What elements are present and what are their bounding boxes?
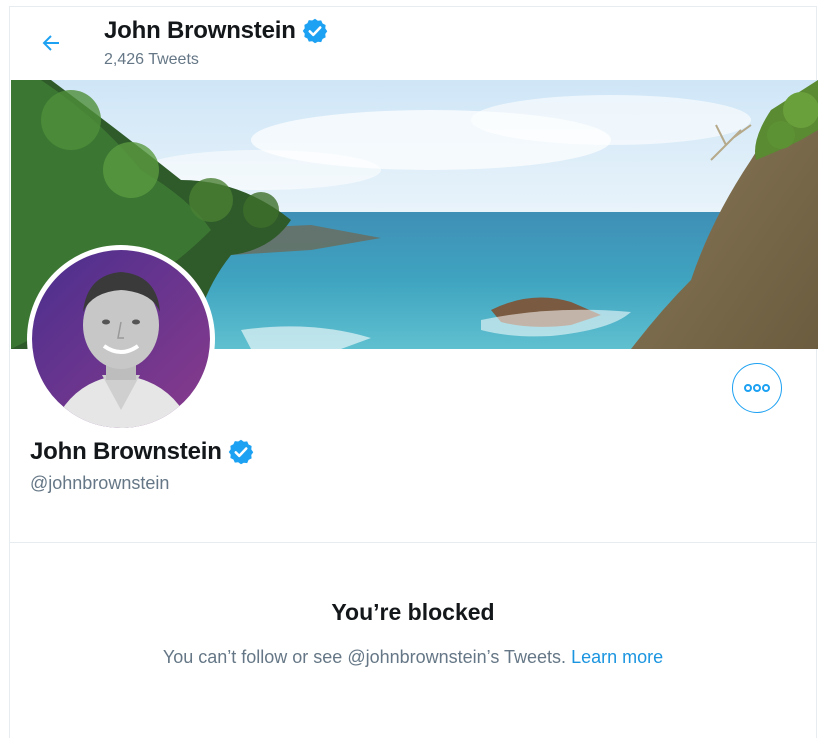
section-divider: [10, 542, 816, 543]
profile-name-row: John Brownstein: [30, 438, 255, 466]
profile-header: John Brownstein 2,426 Tweets: [10, 7, 816, 80]
learn-more-link[interactable]: Learn more: [571, 647, 663, 667]
more-options-button[interactable]: [732, 363, 782, 413]
header-name: John Brownstein: [104, 17, 296, 44]
arrow-left-icon: [42, 35, 59, 51]
header-tweet-count: 2,426 Tweets: [104, 51, 199, 68]
profile-name: John Brownstein: [30, 438, 222, 465]
verified-badge-icon: [228, 439, 253, 465]
verified-badge-icon: [302, 18, 327, 44]
blocked-title: You’re blocked: [331, 599, 495, 625]
back-button[interactable]: [28, 25, 74, 61]
avatar-photo: [32, 250, 210, 428]
profile-handle: @johnbrownstein: [30, 473, 170, 493]
blocked-message-text: You can’t follow or see @johnbrownstein’…: [162, 647, 567, 667]
profile-avatar[interactable]: [27, 245, 215, 433]
blocked-message: You can’t follow or see @johnbrownstein’…: [10, 647, 816, 668]
more-horizontal-icon: [744, 384, 770, 392]
profile-column: John Brownstein 2,426 Tweets John Browns…: [9, 6, 818, 738]
header-title-row: John Brownstein: [104, 17, 329, 45]
